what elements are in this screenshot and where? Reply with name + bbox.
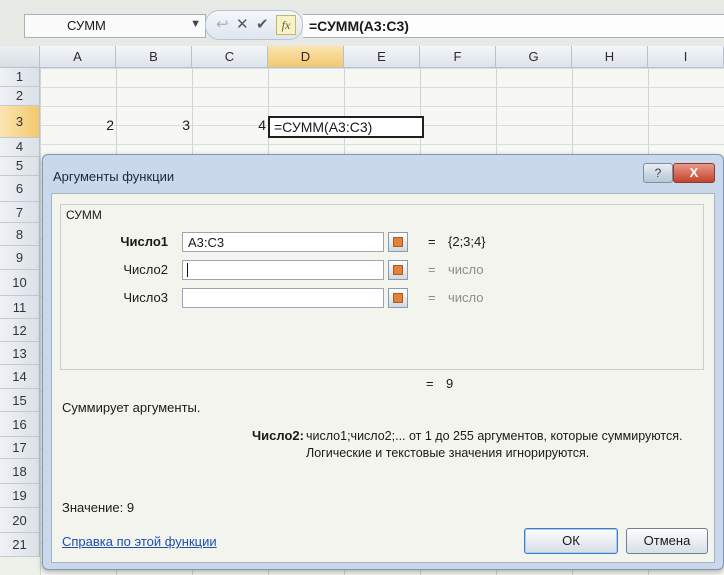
- total-result: 9: [446, 376, 454, 391]
- total-equals: =: [426, 376, 434, 391]
- function-description: Суммирует аргументы.: [62, 400, 201, 415]
- row-header[interactable]: 12: [0, 319, 40, 342]
- cell-b3[interactable]: 3: [120, 116, 190, 135]
- row-header[interactable]: 8: [0, 223, 40, 246]
- row-header[interactable]: 1: [0, 68, 40, 87]
- function-arrow-icon: ↩: [216, 16, 229, 33]
- arg-result-1: {2;3;4}: [448, 234, 486, 249]
- formula-buttons: ↩ ✕ ✔ fx: [205, 10, 303, 40]
- row-header[interactable]: 4: [0, 138, 40, 157]
- collapse-dialog-icon[interactable]: [388, 288, 408, 308]
- column-header-f[interactable]: F: [420, 46, 496, 68]
- chevron-down-icon[interactable]: ▼: [190, 18, 201, 30]
- name-box[interactable]: СУММ ▼: [24, 14, 206, 38]
- close-button[interactable]: X: [673, 163, 715, 183]
- text-cursor: [187, 263, 188, 277]
- ok-button[interactable]: ОК: [524, 528, 618, 554]
- row-header[interactable]: 16: [0, 412, 40, 437]
- column-header-c[interactable]: C: [192, 46, 268, 68]
- arg-label-3: Число3: [123, 290, 168, 305]
- column-header-g[interactable]: G: [496, 46, 572, 68]
- arg-equals-2: =: [428, 262, 436, 277]
- arg-input-3[interactable]: [182, 288, 384, 308]
- arg-description-label: Число2:: [252, 428, 304, 443]
- row-header[interactable]: 19: [0, 484, 40, 508]
- value-result: 9: [126, 500, 135, 515]
- row-header[interactable]: 9: [0, 246, 40, 270]
- column-header-h[interactable]: H: [572, 46, 648, 68]
- row-header[interactable]: 18: [0, 459, 40, 484]
- arg-equals-1: =: [428, 234, 436, 249]
- select-all-corner[interactable]: [0, 46, 40, 68]
- function-arguments-dialog: Аргументы функции ? X СУММ Число1 A3:C3 …: [42, 154, 724, 570]
- arg-input-1-value: A3:C3: [188, 235, 225, 250]
- arguments-group: [60, 204, 704, 370]
- arg-equals-3: =: [428, 290, 436, 305]
- arg-input-2[interactable]: [182, 260, 384, 280]
- row-header[interactable]: 10: [0, 270, 40, 296]
- row-header[interactable]: 6: [0, 176, 40, 202]
- row-header[interactable]: 2: [0, 87, 40, 106]
- dialog-title: Аргументы функции: [53, 169, 175, 184]
- cell-d3-formula: =СУММ(A3:C3): [274, 119, 373, 135]
- arg-input-1[interactable]: A3:C3: [182, 232, 384, 252]
- column-header-b[interactable]: B: [116, 46, 192, 68]
- arg-label-2: Число2: [123, 262, 168, 277]
- dialog-body: СУММ Число1 A3:C3 = {2;3;4} Число2 = чис…: [51, 193, 715, 563]
- row-header[interactable]: 5: [0, 157, 40, 176]
- column-header-d[interactable]: D: [268, 46, 344, 68]
- row-header[interactable]: 21: [0, 533, 40, 557]
- collapse-dialog-icon[interactable]: [388, 232, 408, 252]
- row-header[interactable]: 7: [0, 202, 40, 223]
- arg-label-1: Число1: [120, 234, 168, 249]
- row-header[interactable]: 17: [0, 437, 40, 459]
- column-header-a[interactable]: A: [40, 46, 116, 68]
- formula-bar: СУММ ▼ ↩ ✕ ✔ fx =СУММ(A3:C3): [0, 0, 724, 46]
- name-box-value: СУММ: [67, 18, 106, 33]
- cell-c3[interactable]: 4: [196, 116, 266, 135]
- value-label: Значение:: [62, 500, 124, 515]
- row-header[interactable]: 13: [0, 342, 40, 365]
- insert-function-icon[interactable]: fx: [276, 15, 296, 35]
- arg-description-text: число1;число2;... от 1 до 255 аргументов…: [306, 429, 683, 460]
- formula-text: =СУММ(A3:C3): [309, 18, 409, 34]
- row-header[interactable]: 14: [0, 365, 40, 389]
- help-link[interactable]: Справка по этой функции: [62, 534, 217, 549]
- help-button[interactable]: ?: [643, 163, 673, 183]
- collapse-dialog-icon[interactable]: [388, 260, 408, 280]
- column-header-i[interactable]: I: [648, 46, 724, 68]
- row-header[interactable]: 15: [0, 389, 40, 412]
- cancel-button[interactable]: Отмена: [626, 528, 708, 554]
- arg-result-2: число: [448, 262, 484, 277]
- value-line: Значение: 9: [62, 500, 134, 515]
- formula-input[interactable]: =СУММ(A3:C3): [303, 14, 724, 38]
- row-header[interactable]: 3: [0, 106, 40, 138]
- active-cell-d3[interactable]: =СУММ(A3:C3): [268, 116, 424, 138]
- arg-result-3: число: [448, 290, 484, 305]
- row-header[interactable]: 20: [0, 508, 40, 533]
- cell-a3[interactable]: 2: [44, 116, 114, 135]
- function-name: СУММ: [64, 208, 104, 222]
- cancel-icon[interactable]: ✕: [236, 15, 249, 33]
- enter-icon[interactable]: ✔: [256, 15, 269, 33]
- column-header-e[interactable]: E: [344, 46, 420, 68]
- row-header[interactable]: 11: [0, 296, 40, 319]
